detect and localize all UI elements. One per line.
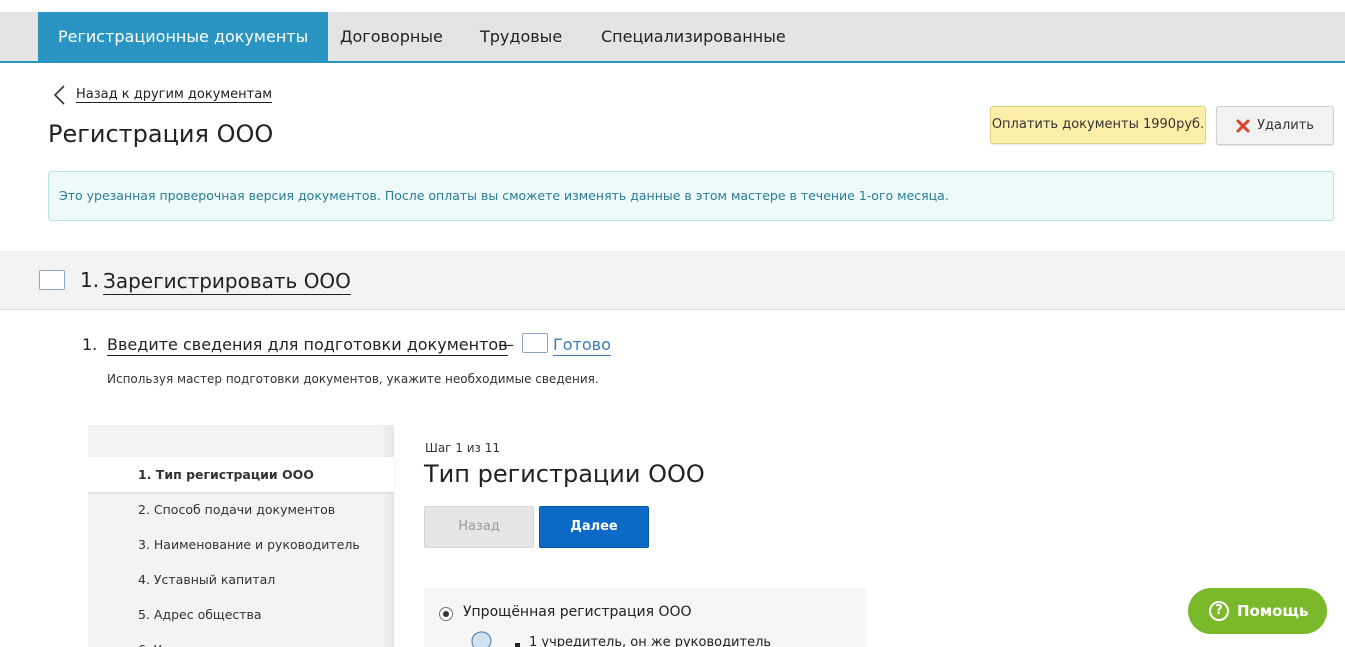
- section-checkbox[interactable]: [39, 270, 65, 290]
- delete-button[interactable]: Удалить: [1216, 106, 1334, 145]
- question-circle-icon: ?: [1209, 601, 1229, 621]
- tab-labor[interactable]: Трудовые: [480, 12, 562, 61]
- wizard-step-counter: Шаг 1 из 11: [425, 441, 501, 455]
- help-button[interactable]: ? Помощь: [1188, 588, 1327, 634]
- wizard-step-item[interactable]: 4. Уставный капитал: [88, 562, 394, 597]
- chevron-left-icon: [53, 85, 65, 105]
- step-title-link[interactable]: Введите сведения для подготовки документ…: [107, 335, 508, 356]
- pay-documents-button[interactable]: Оплатить документы 1990руб.: [990, 106, 1206, 144]
- tab-specialized[interactable]: Специализированные: [601, 12, 786, 61]
- top-tab-bar: Регистрационные документы Договорные Тру…: [0, 12, 1345, 63]
- tab-registration-documents[interactable]: Регистрационные документы: [38, 12, 329, 61]
- delete-button-label: Удалить: [1257, 118, 1314, 133]
- step-dash: —: [498, 335, 514, 354]
- section-title-link[interactable]: Зарегистрировать ООО: [103, 268, 351, 295]
- wizard-preview: 1. Тип регистрации ООО 2. Способ подачи …: [88, 425, 1048, 647]
- wizard-step-item[interactable]: 2. Способ подачи документов: [88, 492, 394, 527]
- wizard-back-button[interactable]: Назад: [424, 506, 534, 548]
- wizard-sidebar: 1. Тип регистрации ООО 2. Способ подачи …: [88, 425, 394, 647]
- option-list-item: 1 учредитель, он же руководитель: [529, 635, 772, 647]
- tab-contracts[interactable]: Договорные: [340, 12, 443, 61]
- section-header: 1. Зарегистрировать ООО: [0, 251, 1345, 310]
- option-label: Упрощённая регистрация ООО: [463, 604, 692, 620]
- wizard-step-item[interactable]: 5. Адрес общества: [88, 597, 394, 632]
- step-description: Используя мастер подготовки документов, …: [107, 372, 599, 386]
- page-title: Регистрация ООО: [48, 120, 274, 148]
- option-radio[interactable]: [439, 607, 453, 621]
- wizard-step-item[interactable]: 3. Наименование и руководитель: [88, 527, 394, 562]
- section-number: 1.: [80, 268, 100, 292]
- wizard-title: Тип регистрации ООО: [424, 460, 705, 488]
- step-number: 1.: [82, 335, 98, 354]
- trial-notice: Это урезанная проверочная версия докумен…: [48, 171, 1334, 221]
- back-link-label: Назад к другим документам: [76, 87, 273, 103]
- step-done-link[interactable]: Готово: [553, 335, 611, 356]
- wizard-step-item[interactable]: 1. Тип регистрации ООО: [88, 457, 394, 492]
- wizard-option-panel: Упрощённая регистрация ООО 1 учредитель,…: [424, 588, 866, 647]
- help-button-label: Помощь: [1237, 602, 1309, 620]
- back-link[interactable]: Назад к другим документам: [50, 83, 273, 107]
- list-bullet: [515, 643, 520, 647]
- wizard-step-item[interactable]: 6. У: [88, 632, 394, 647]
- speech-bubble-icon: [471, 631, 492, 647]
- red-x-icon: [1236, 119, 1250, 132]
- wizard-next-button[interactable]: Далее: [539, 506, 649, 548]
- step-done-checkbox[interactable]: [522, 333, 548, 353]
